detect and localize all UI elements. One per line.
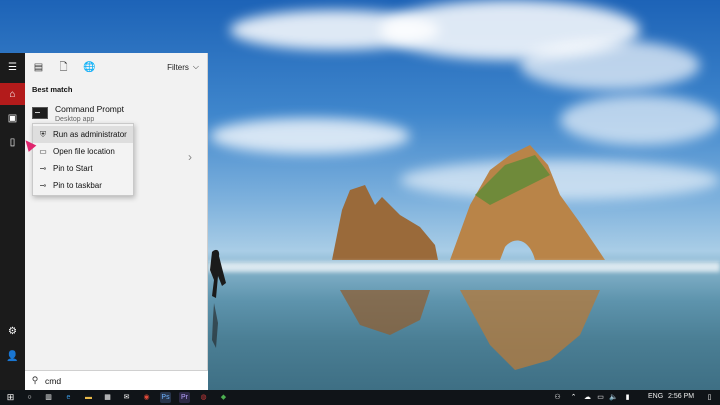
mail-icon[interactable]: ✉ bbox=[121, 392, 132, 403]
home-icon[interactable]: ⌂ bbox=[0, 83, 25, 105]
people-icon[interactable]: ⚇ bbox=[552, 392, 563, 403]
filters-label: Filters bbox=[167, 62, 189, 72]
command-prompt-icon bbox=[32, 107, 48, 119]
folder-icon: ▭ bbox=[39, 147, 47, 156]
chevron-right-icon[interactable]: › bbox=[188, 150, 192, 164]
language-indicator[interactable]: ENG bbox=[648, 393, 663, 400]
show-hidden-icons-icon[interactable]: ⌃ bbox=[568, 392, 579, 403]
result-subtitle: Desktop app bbox=[55, 116, 95, 123]
store-icon[interactable]: ▦ bbox=[102, 392, 113, 403]
menu-item-label: Run as administrator bbox=[53, 130, 127, 139]
onedrive-icon[interactable]: ☁ bbox=[582, 392, 593, 403]
search-box[interactable]: ⚲ cmd bbox=[25, 370, 208, 390]
menu-item-label: Pin to Start bbox=[53, 164, 93, 173]
premiere-icon[interactable]: Pr bbox=[179, 392, 190, 403]
menu-item-label: Pin to taskbar bbox=[53, 181, 102, 190]
context-menu: ⛨ Run as administrator ▭ Open file locat… bbox=[32, 123, 134, 196]
apps-filter-icon[interactable]: ▤ bbox=[33, 62, 44, 73]
web-filter-icon[interactable]: 🌐 bbox=[83, 62, 95, 73]
photoshop-icon[interactable]: Ps bbox=[160, 392, 171, 403]
battery-icon[interactable]: ▮ bbox=[622, 392, 633, 403]
green-app-icon[interactable]: ◆ bbox=[218, 392, 229, 403]
menu-item-open-file-location[interactable]: ▭ Open file location bbox=[33, 143, 133, 160]
shield-icon: ⛨ bbox=[40, 129, 46, 139]
taskbar: ⊞ ○ ▥ e ▬ ▦ ✉ ◉ Ps Pr ◍ ◆ ⚇ ⌃ ☁ ▭ 🔈 ▮ EN… bbox=[0, 390, 720, 405]
best-match-heading: Best match bbox=[32, 85, 73, 94]
file-explorer-icon[interactable]: ▬ bbox=[83, 392, 94, 403]
search-filter-tabs: ▤ 🗋 🌐 Filters ⌵ bbox=[25, 53, 208, 81]
hamburger-menu-icon[interactable]: ☰ bbox=[0, 56, 25, 78]
start-menu-rail: ☰ ⌂ ▣ ▯ ⚙ 👤 bbox=[0, 53, 25, 390]
pin-icon: ⊸ bbox=[39, 181, 47, 190]
menu-item-label: Open file location bbox=[53, 147, 115, 156]
action-center-icon[interactable]: ▯ bbox=[704, 392, 715, 403]
result-title: Command Prompt bbox=[55, 104, 124, 114]
edge-browser-icon[interactable]: e bbox=[63, 392, 74, 403]
menu-item-run-as-administrator[interactable]: ⛨ Run as administrator bbox=[33, 126, 133, 143]
chrome-icon[interactable]: ◉ bbox=[141, 392, 152, 403]
documents-icon[interactable]: ▣ bbox=[0, 107, 25, 129]
documents-filter-icon[interactable]: 🗋 bbox=[58, 62, 69, 73]
search-input[interactable]: cmd bbox=[45, 376, 61, 386]
cortana-icon[interactable]: ○ bbox=[24, 392, 35, 403]
red-app-icon[interactable]: ◍ bbox=[198, 392, 209, 403]
menu-item-pin-to-taskbar[interactable]: ⊸ Pin to taskbar bbox=[33, 177, 133, 194]
chevron-down-icon: ⌵ bbox=[192, 62, 199, 71]
menu-item-pin-to-start[interactable]: ⊸ Pin to Start bbox=[33, 160, 133, 177]
network-icon[interactable]: ▭ bbox=[595, 392, 606, 403]
windows-start-icon[interactable]: ⊞ bbox=[5, 392, 16, 403]
user-account-icon[interactable]: 👤 bbox=[0, 345, 25, 367]
task-view-icon[interactable]: ▥ bbox=[43, 392, 54, 403]
settings-gear-icon[interactable]: ⚙ bbox=[0, 320, 25, 342]
filters-dropdown[interactable]: Filters ⌵ bbox=[167, 62, 199, 72]
clock[interactable]: 2:56 PM bbox=[668, 393, 694, 400]
pin-icon: ⊸ bbox=[39, 164, 47, 173]
search-icon: ⚲ bbox=[31, 375, 39, 385]
search-results-panel: ▤ 🗋 🌐 Filters ⌵ Best match Command Promp… bbox=[25, 53, 208, 390]
volume-icon[interactable]: 🔈 bbox=[608, 392, 619, 403]
